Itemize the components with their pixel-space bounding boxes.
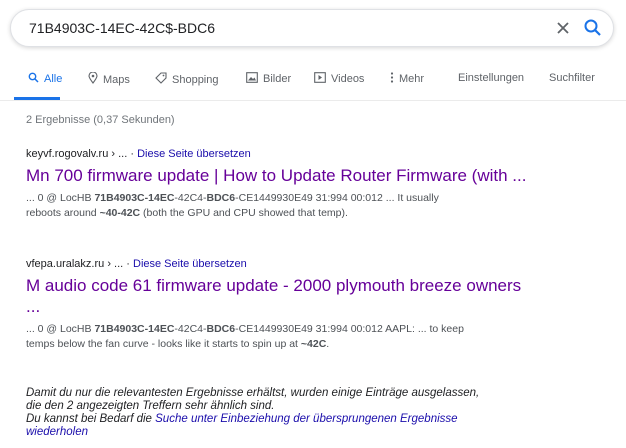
search-icon[interactable] (583, 18, 603, 38)
image-icon (246, 72, 258, 86)
snippet-text: temps below the fan curve - looks like i… (26, 338, 301, 350)
result-stats: 2 Ergebnisse (0,37 Sekunden) (26, 114, 175, 126)
snippet-text: -CE1449930E49 31:994 00:012 ... It usual… (235, 192, 439, 204)
repeat-search-link-continuation[interactable]: wiederholen (26, 426, 88, 438)
tab-mehr[interactable]: Mehr (390, 72, 424, 86)
tab-label: Videos (331, 73, 365, 85)
tab-bilder[interactable]: Bilder (246, 72, 291, 86)
snippet-text: . (326, 338, 330, 350)
search-result: vfepa.uralakz.ru › ... · Diese Seite übe… (26, 258, 606, 352)
result-url-line: keyvf.rogovalv.ru › ... · Diese Seite üb… (26, 148, 606, 160)
tab-maps[interactable]: Maps (88, 71, 130, 87)
clear-icon[interactable] (553, 18, 573, 38)
result-snippet: ... 0 @ LocHB 71B4903C-14EC-42C4-BDC6-CE… (26, 191, 606, 221)
translate-link[interactable]: Diese Seite übersetzen (137, 148, 251, 160)
result-title[interactable]: Mn 700 firmware update | How to Update R… (26, 165, 606, 186)
result-url-line: vfepa.uralakz.ru › ... · Diese Seite übe… (26, 258, 606, 270)
snippet-text: -42C4- (174, 192, 207, 204)
tab-label: Mehr (399, 73, 425, 85)
tab-videos[interactable]: Videos (314, 72, 364, 86)
search-tabs: Alle Maps Shopping Bilder Videos Mehr Ei… (0, 66, 626, 101)
result-title-continuation[interactable]: ... (26, 296, 606, 317)
tab-label: Shopping (172, 73, 219, 86)
tab-shopping[interactable]: Shopping (155, 72, 219, 87)
snippet-text: ... 0 @ LocHB (26, 323, 95, 335)
tab-einstellungen[interactable]: Einstellungen (458, 72, 524, 84)
snippet-text: ... 0 @ LocHB (26, 192, 95, 204)
snippet-highlight: BDC6 (206, 192, 236, 204)
repeat-search-link[interactable]: Suche unter Einbeziehung der übersprunge… (155, 413, 457, 425)
result-title[interactable]: M audio code 61 firmware update - 2000 p… (26, 275, 606, 296)
notice-text: Du kannst bei Bedarf die (26, 413, 156, 425)
snippet-text: -CE1449930E49 31:994 00:012 AAPL: ... to… (235, 323, 464, 335)
snippet-highlight: ~42C (300, 338, 327, 350)
tab-label: Alle (44, 73, 63, 85)
notice-text: Damit du nur die relevantesten Ergebniss… (26, 387, 480, 399)
video-icon (314, 72, 326, 86)
tab-label: Maps (103, 73, 130, 86)
search-result: keyvf.rogovalv.ru › ... · Diese Seite üb… (26, 148, 606, 221)
tab-suchfilter[interactable]: Suchfilter (549, 72, 595, 84)
result-url[interactable]: vfepa.uralakz.ru › ... · (26, 258, 130, 270)
result-snippet: ... 0 @ LocHB 71B4903C-14EC-42C4-BDC6-CE… (26, 322, 606, 352)
tab-label: Bilder (263, 73, 292, 85)
search-input[interactable] (29, 20, 509, 36)
result-url[interactable]: keyvf.rogovalv.ru › ... · (26, 148, 134, 160)
omitted-results-notice: Damit du nur die relevantesten Ergebniss… (26, 387, 606, 439)
search-bar[interactable] (10, 9, 614, 47)
tab-alle[interactable]: Alle (28, 72, 62, 86)
snippet-highlight: ~40-42C (99, 207, 141, 219)
tab-label: Suchfilter (549, 72, 595, 84)
snippet-text: (both the GPU and CPU showed that temp). (140, 207, 348, 219)
more-vert-icon (390, 72, 394, 86)
search-icon (28, 72, 39, 86)
notice-text: die den 2 angezeigten Treffern sehr ähnl… (26, 400, 275, 412)
tab-label: Einstellungen (458, 72, 525, 84)
snippet-text: -42C4- (174, 323, 207, 335)
snippet-highlight: BDC6 (206, 323, 236, 335)
translate-link[interactable]: Diese Seite übersetzen (133, 258, 247, 270)
tag-icon (155, 72, 167, 87)
snippet-highlight: 71B4903C-14EC (94, 192, 175, 204)
snippet-highlight: 71B4903C-14EC (94, 323, 175, 335)
map-pin-icon (88, 71, 98, 87)
snippet-text: reboots around (26, 207, 100, 219)
active-tab-indicator (14, 97, 60, 100)
